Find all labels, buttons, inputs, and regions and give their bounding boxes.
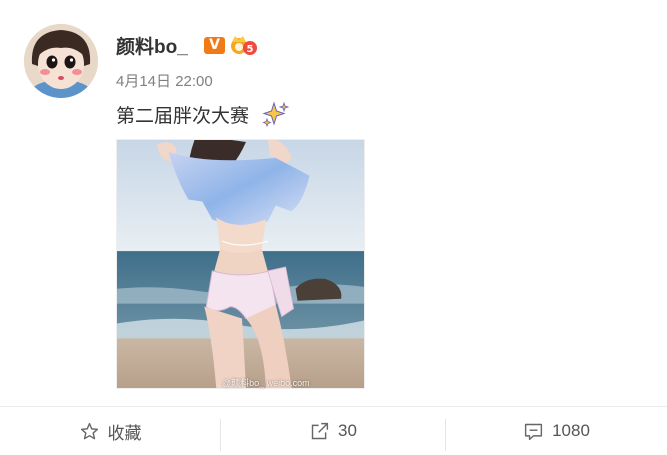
repost-button[interactable]: 30	[221, 407, 445, 455]
sparkles-icon	[262, 101, 290, 128]
favorite-button[interactable]: 收藏	[0, 407, 220, 455]
comment-icon	[525, 423, 543, 440]
post-timestamp[interactable]: 4月14日 22:00	[116, 70, 213, 91]
action-bar: 收藏 30 1080	[0, 406, 667, 455]
star-icon	[80, 422, 98, 439]
username[interactable]: 颜料bo_	[116, 32, 188, 59]
svg-text:5: 5	[247, 44, 254, 55]
verified-badge-icon: V	[204, 37, 225, 54]
share-icon	[311, 422, 329, 439]
favorite-label: 收藏	[107, 423, 142, 443]
crown-badge-icon: 5	[230, 33, 258, 57]
avatar[interactable]	[24, 24, 98, 98]
image-watermark: @颜料bo_ weibo.com	[222, 378, 310, 388]
repost-count: 30	[338, 421, 357, 440]
comment-count: 1080	[552, 421, 590, 440]
comment-button[interactable]: 1080	[446, 407, 667, 455]
verified-badge-label: V	[209, 37, 220, 53]
post-text: 第二届胖次大赛	[116, 106, 250, 127]
post-image[interactable]	[116, 139, 365, 389]
